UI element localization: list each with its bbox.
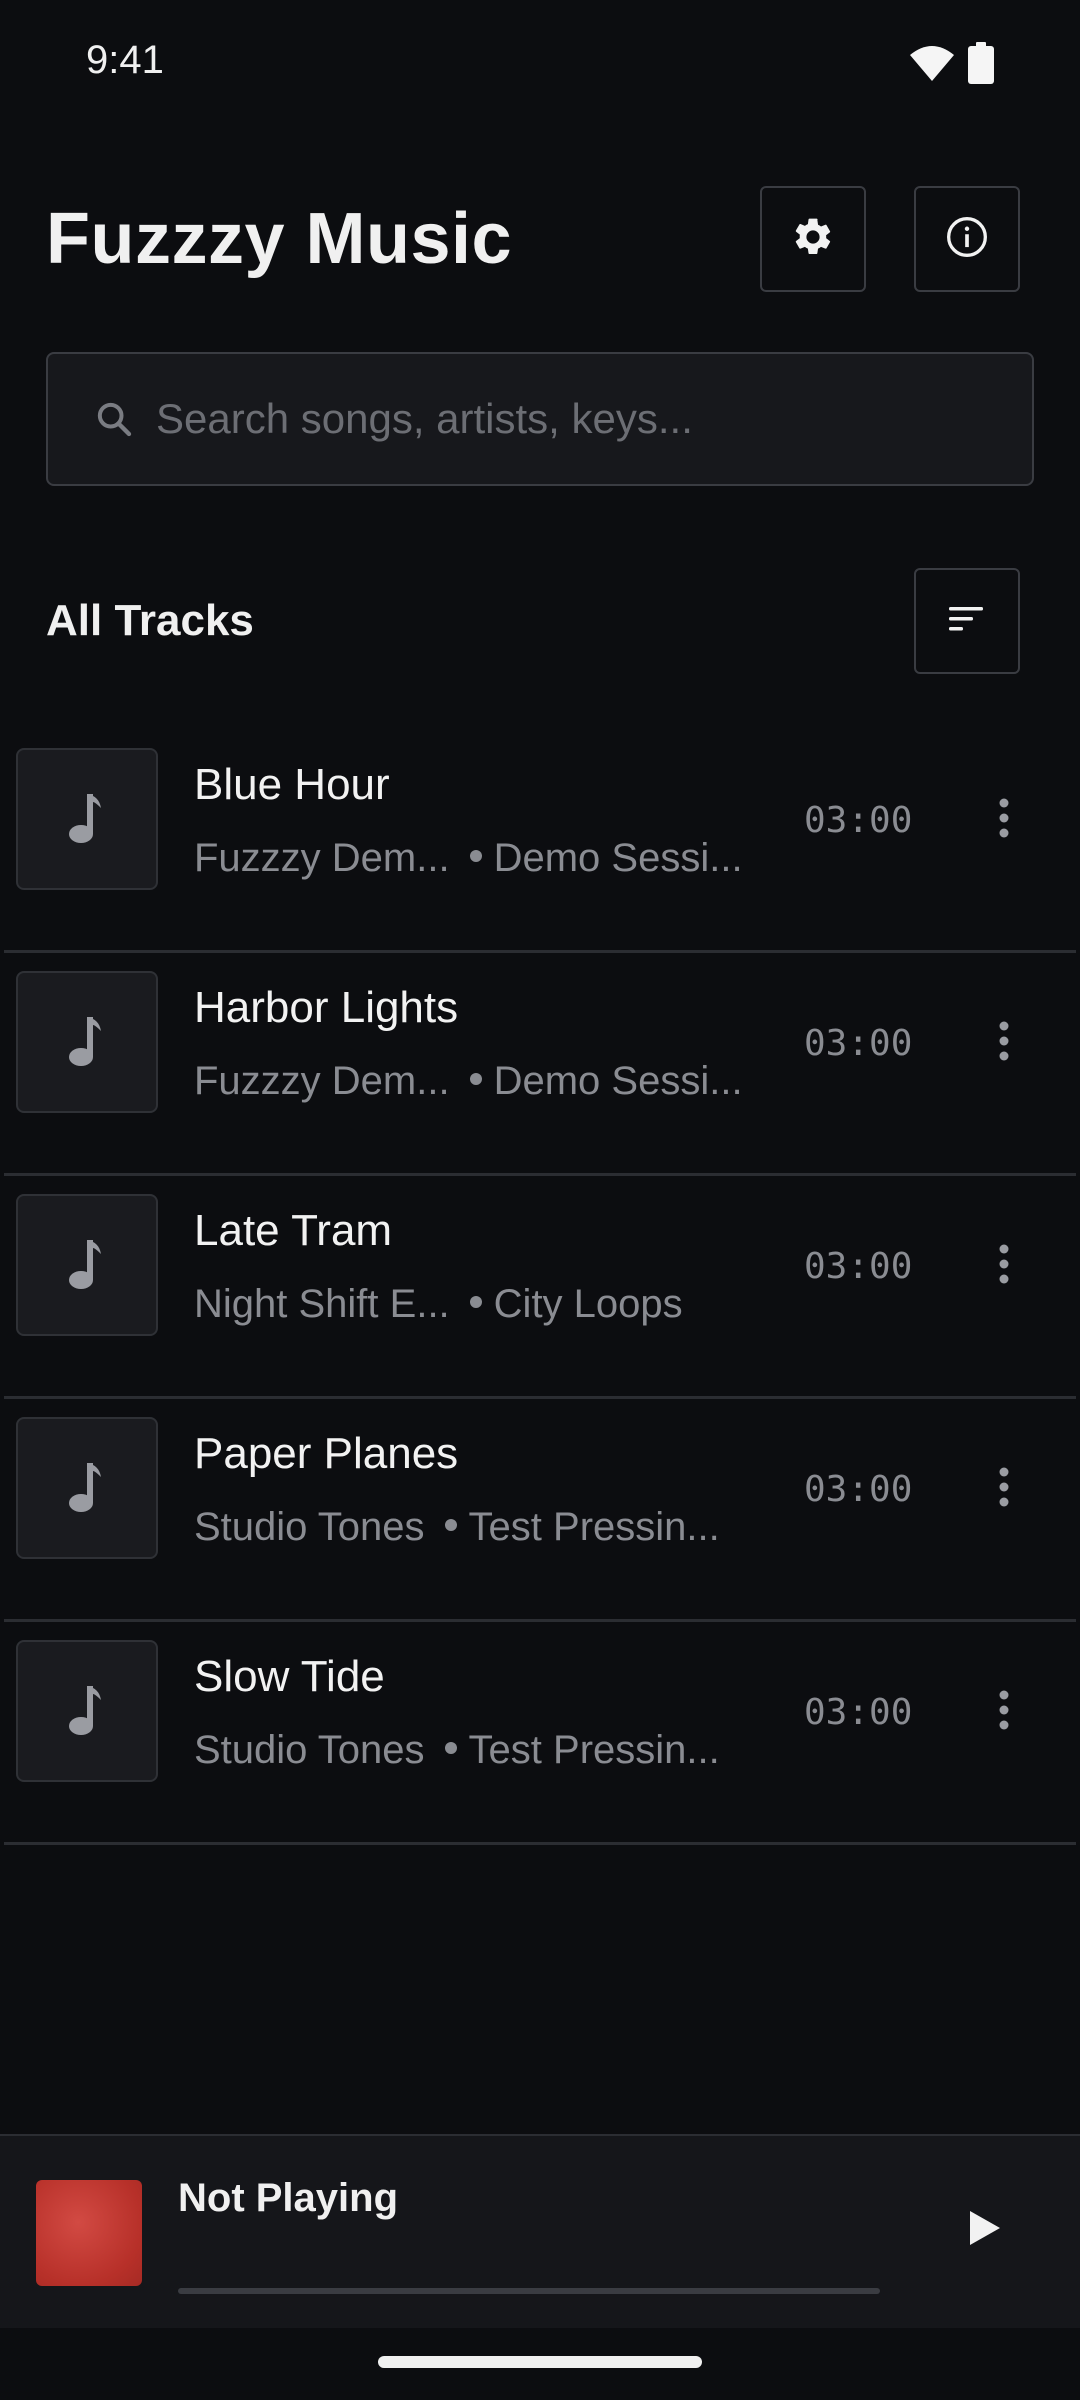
track-row[interactable]: Slow Tide Studio Tones Test Pressin... 03… [4, 1622, 1076, 1845]
track-thumbnail [16, 1417, 158, 1559]
search-input[interactable] [154, 394, 1002, 444]
track-album: Test Pressin... [468, 1505, 720, 1549]
page-title: Fuzzzy Music [46, 199, 513, 279]
track-thumbnail [16, 1640, 158, 1782]
home-indicator[interactable] [378, 2356, 702, 2368]
now-playing-title: Not Playing [178, 2176, 399, 2220]
mini-player[interactable]: Not Playing [0, 2134, 1080, 2328]
track-title: Blue Hour [194, 760, 390, 809]
track-thumbnail [16, 748, 158, 890]
track-row[interactable]: Blue Hour Fuzzzy Dem... Demo Sessi... 03:… [4, 730, 1076, 953]
status-icons [910, 42, 994, 89]
track-duration: 03:00 [804, 1469, 913, 1510]
wifi-icon [910, 45, 954, 86]
battery-icon [968, 42, 994, 89]
music-note-icon [67, 1682, 107, 1741]
play-icon [968, 2209, 1002, 2252]
track-list: Blue Hour Fuzzzy Dem... Demo Sessi... 03:… [0, 730, 1080, 1845]
track-artist: Studio Tones [194, 1505, 425, 1549]
track-duration: 03:00 [804, 800, 913, 841]
track-duration: 03:00 [804, 1246, 913, 1287]
info-icon [945, 215, 989, 264]
separator-dot [469, 850, 482, 863]
more-vertical-icon [998, 798, 1010, 843]
track-more-button[interactable] [974, 1682, 1034, 1742]
status-bar: 9:41 [0, 0, 1080, 130]
track-more-button[interactable] [974, 1459, 1034, 1519]
track-artist: Studio Tones [194, 1728, 425, 1772]
track-more-button[interactable] [974, 790, 1034, 850]
track-row[interactable]: Paper Planes Studio Tones Test Pressin...… [4, 1399, 1076, 1622]
search-icon [88, 393, 140, 445]
track-album: Demo Sessi... [493, 836, 743, 880]
search-bar [46, 352, 1034, 486]
track-more-button[interactable] [974, 1013, 1034, 1073]
music-note-icon [67, 1013, 107, 1072]
app-screen: 9:41 Fuzzzy Music Search songs, artists,… [0, 0, 1080, 2400]
track-subtitle: Studio Tones Test Pressin... [194, 1505, 720, 1550]
track-album: City Loops [493, 1282, 683, 1326]
track-album: Demo Sessi... [493, 1059, 743, 1103]
more-vertical-icon [998, 1690, 1010, 1735]
more-vertical-icon [998, 1467, 1010, 1512]
album-art [36, 2180, 142, 2286]
section-title: All Tracks [46, 596, 254, 645]
track-title: Paper Planes [194, 1429, 459, 1478]
track-subtitle: Fuzzzy Dem... Demo Sessi... [194, 1059, 743, 1104]
track-thumbnail [16, 971, 158, 1113]
separator-dot [444, 1519, 457, 1532]
status-time: 9:41 [86, 38, 164, 82]
play-button[interactable] [950, 2190, 1020, 2270]
track-more-button[interactable] [974, 1236, 1034, 1296]
track-album: Test Pressin... [468, 1728, 720, 1772]
music-note-icon [67, 1236, 107, 1295]
track-thumbnail [16, 1194, 158, 1336]
sort-icon [947, 603, 987, 640]
gear-icon [791, 215, 835, 264]
separator-dot [469, 1296, 482, 1309]
track-artist: Night Shift E... [194, 1282, 450, 1326]
track-duration: 03:00 [804, 1023, 913, 1064]
info-button[interactable] [914, 186, 1020, 292]
settings-button[interactable] [760, 186, 866, 292]
sort-button[interactable] [914, 568, 1020, 674]
track-subtitle: Fuzzzy Dem... Demo Sessi... [194, 836, 743, 881]
track-subtitle: Night Shift E... City Loops [194, 1282, 683, 1327]
track-row[interactable]: Harbor Lights Fuzzzy Dem... Demo Sessi...… [4, 953, 1076, 1176]
track-row[interactable]: Late Tram Night Shift E... City Loops 03:… [4, 1176, 1076, 1399]
playback-progress-bar[interactable] [178, 2288, 880, 2294]
track-title: Slow Tide [194, 1652, 385, 1701]
track-title: Harbor Lights [194, 983, 459, 1032]
music-note-icon [67, 790, 107, 849]
separator-dot [444, 1742, 457, 1755]
track-subtitle: Studio Tones Test Pressin... [194, 1728, 720, 1773]
more-vertical-icon [998, 1021, 1010, 1066]
music-note-icon [67, 1459, 107, 1518]
track-artist: Fuzzzy Dem... [194, 836, 450, 880]
track-duration: 03:00 [804, 1692, 913, 1733]
track-title: Late Tram [194, 1206, 393, 1255]
more-vertical-icon [998, 1244, 1010, 1289]
track-artist: Fuzzzy Dem... [194, 1059, 450, 1103]
separator-dot [469, 1073, 482, 1086]
